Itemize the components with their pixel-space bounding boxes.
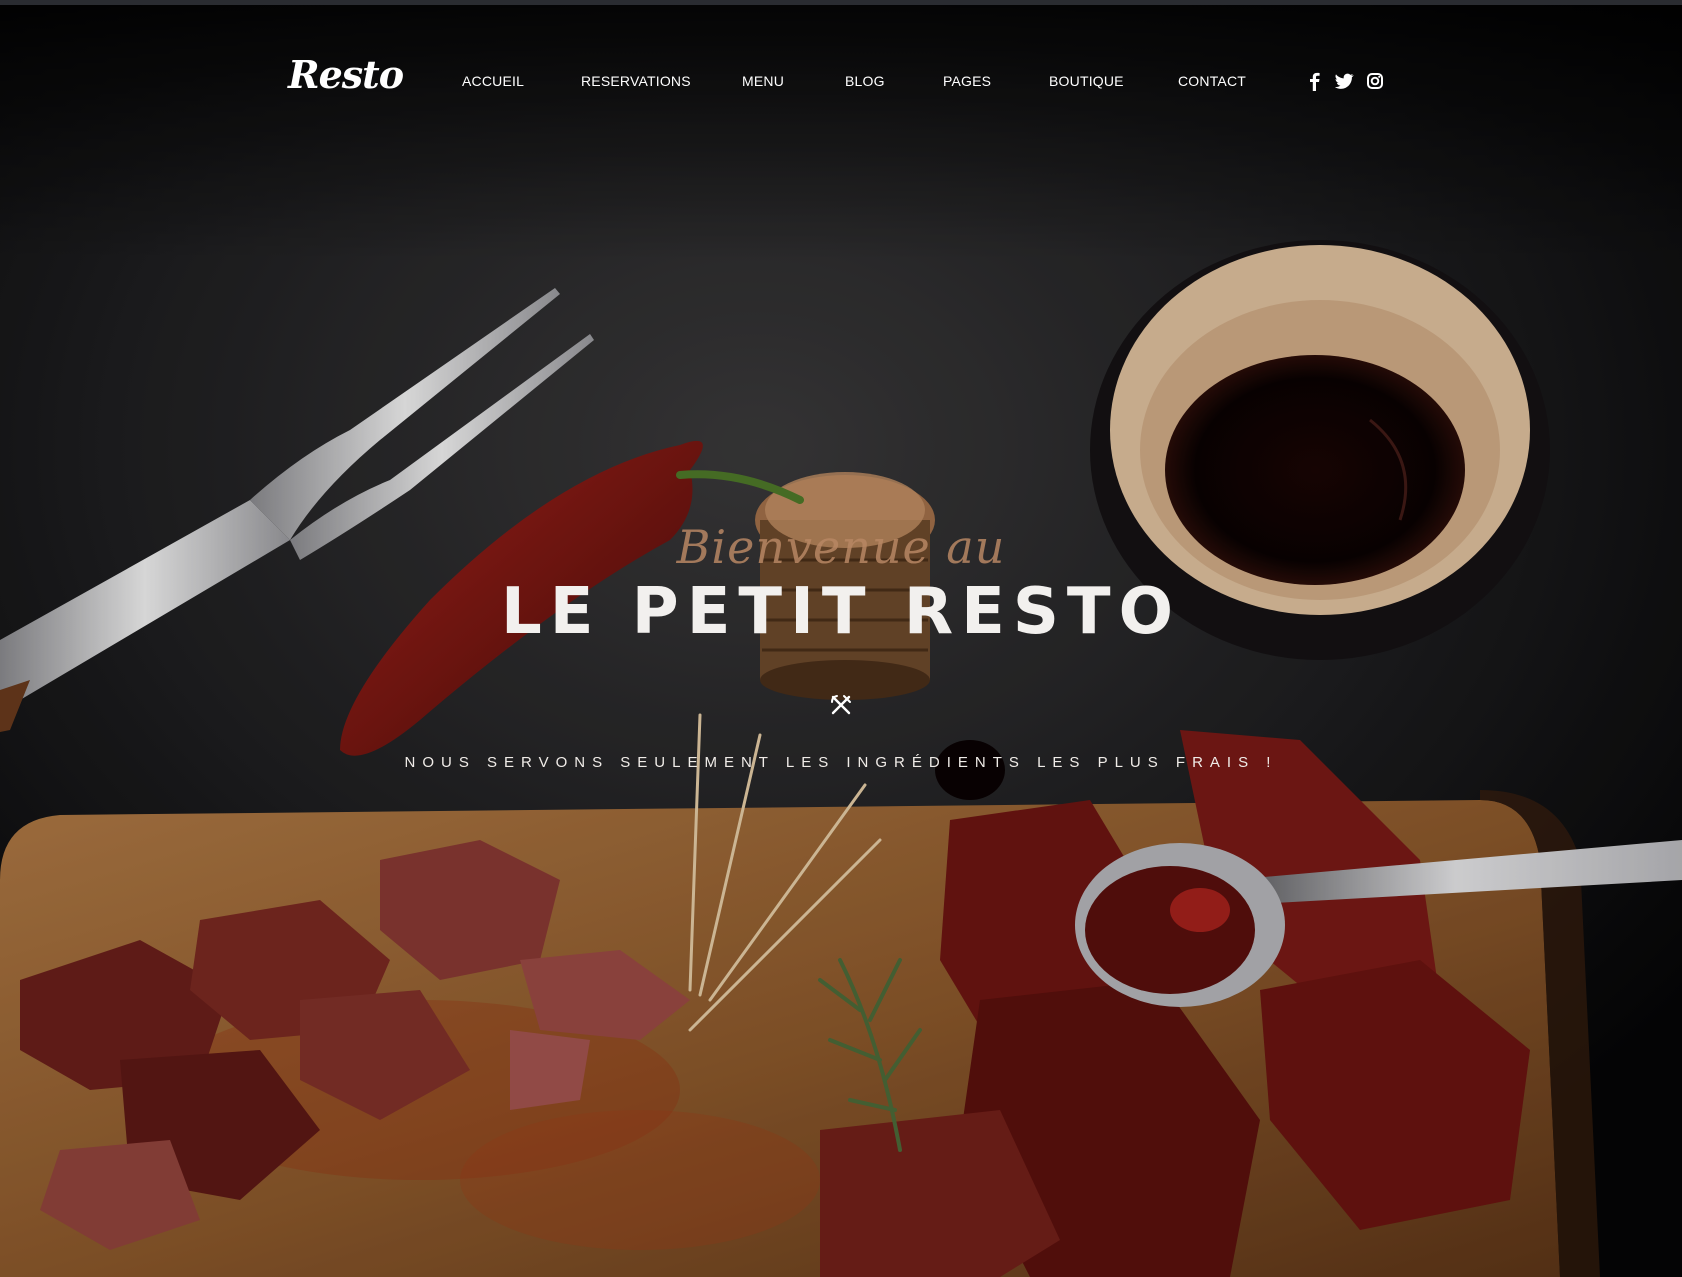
main-navigation: Resto ACCUEIL RESERVATIONS MENU BLOG PAG…	[0, 50, 1682, 114]
nav-item-pages[interactable]: PAGES	[943, 73, 991, 89]
nav-item-accueil[interactable]: ACCUEIL	[462, 73, 524, 89]
twitter-icon[interactable]	[1333, 70, 1355, 92]
instagram-icon[interactable]	[1365, 70, 1385, 92]
hero-title: LE PETIT RESTO	[501, 575, 1181, 649]
nav-item-menu[interactable]: MENU	[742, 73, 784, 89]
top-strip	[0, 0, 1682, 5]
nav-item-blog[interactable]: BLOG	[845, 73, 885, 89]
nav-item-reservations[interactable]: RESERVATIONS	[581, 73, 691, 89]
logo[interactable]: Resto	[288, 52, 404, 97]
facebook-icon[interactable]	[1305, 70, 1325, 92]
nav-item-contact[interactable]: CONTACT	[1178, 73, 1246, 89]
homepage: Resto ACCUEIL RESERVATIONS MENU BLOG PAG…	[0, 0, 1682, 1277]
hero-welcome-script: Bienvenue au	[676, 520, 1006, 574]
fork-knife-icon	[829, 693, 853, 717]
nav-item-boutique[interactable]: BOUTIQUE	[1049, 73, 1124, 89]
hero-tagline: NOUS SERVONS SEULEMENT LES INGRÉDIENTS L…	[404, 754, 1278, 771]
